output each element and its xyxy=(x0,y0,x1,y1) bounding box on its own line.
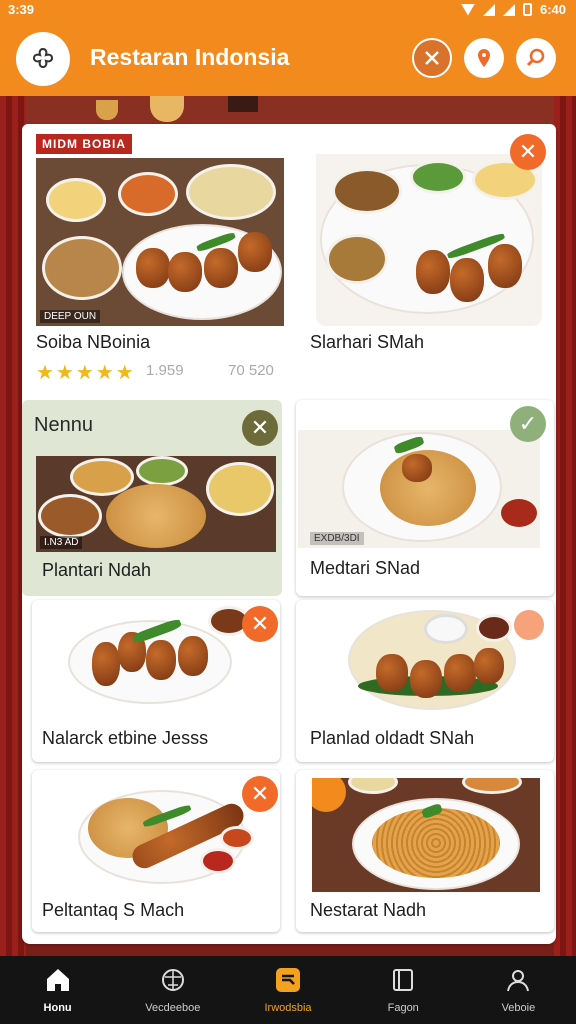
flower-logo-icon[interactable] xyxy=(16,32,70,86)
checkmark-icon[interactable]: ✓ xyxy=(510,406,546,442)
featured-card[interactable]: DEEP OUN MIDM BOBIA ✕ Soiba NBoinia Slar… xyxy=(22,124,556,390)
dish-name: Peltantaq S Mach xyxy=(42,900,185,920)
lamp-decoration xyxy=(228,96,258,112)
nav-label: Vecdeeboe xyxy=(145,1002,201,1014)
dish-card[interactable]: EXDB/3DI ✓ Medtari SNad xyxy=(296,400,554,596)
dish-name: Nestarat Nadh xyxy=(310,900,427,920)
rating-count: 70 520 xyxy=(228,362,274,379)
image-tag: EXDB/3DI xyxy=(310,532,364,545)
bottom-nav: Honu Vecdeeboe Irwodsbia Fagon Veboie xyxy=(0,956,576,1024)
food-icon xyxy=(274,966,302,994)
nav-label: Honu xyxy=(43,1002,72,1014)
dish-image: EXDB/3DI xyxy=(298,430,540,548)
dish-name: Planlad oldadt SNah xyxy=(310,728,475,748)
menu-card[interactable]: Nennu ✕ I.N3 AD Plantari Ndah xyxy=(22,400,282,596)
status-clock: 6:40 xyxy=(539,2,566,17)
location-pin-icon[interactable] xyxy=(464,38,504,78)
close-icon[interactable]: ✕ xyxy=(242,606,278,642)
app-bar: 3:39 6:40 Restaran Indonsia xyxy=(0,0,576,96)
nav-item-vecdeeboe[interactable]: Vecdeeboe xyxy=(115,956,230,1024)
dish-name: Nalarck etbine Jesss xyxy=(42,728,209,748)
dish-image xyxy=(62,606,272,716)
close-icon[interactable]: ✕ xyxy=(510,134,546,170)
menu-panel-container: DEEP OUN MIDM BOBIA ✕ Soiba NBoinia Slar… xyxy=(22,124,556,944)
menu-item-name: Plantari Ndah xyxy=(42,560,152,580)
image-tag: DEEP OUN xyxy=(40,310,101,323)
app-title: Restaran Indonsia xyxy=(90,44,290,70)
close-icon[interactable]: ✕ xyxy=(242,410,278,446)
shield-icon xyxy=(159,966,187,994)
close-icon[interactable] xyxy=(412,38,452,78)
dish-card[interactable]: Nestarat Nadh xyxy=(296,770,554,932)
close-icon[interactable]: ✕ xyxy=(242,776,278,812)
dish-card[interactable]: Planlad oldadt SNah xyxy=(296,600,554,762)
nav-item-fagon[interactable]: Fagon xyxy=(346,956,461,1024)
featured-right-name: Slarhari SMah xyxy=(310,332,425,352)
close-icon[interactable] xyxy=(514,610,544,640)
status-time: 3:39 xyxy=(8,2,35,17)
signal-icon xyxy=(482,3,495,16)
battery-icon xyxy=(522,3,532,16)
curtain-right xyxy=(554,96,576,956)
book-icon xyxy=(389,966,417,994)
featured-food-image-right xyxy=(316,154,542,326)
featured-food-image-left: DEEP OUN xyxy=(36,158,284,326)
dish-name: Medtari SNad xyxy=(310,558,421,578)
nav-label: Irwodsbia xyxy=(264,1002,312,1014)
nav-item-veboie[interactable]: Veboie xyxy=(461,956,576,1024)
nav-label: Fagon xyxy=(387,1002,419,1014)
dish-card[interactable]: ✕ Peltantaq S Mach xyxy=(32,770,280,932)
menu-food-image: I.N3 AD xyxy=(36,456,276,552)
profile-icon xyxy=(504,966,532,994)
dish-card[interactable]: ✕ Nalarck etbine Jesss xyxy=(32,600,280,762)
home-icon xyxy=(44,966,72,994)
signal-icon xyxy=(502,3,515,16)
dish-image xyxy=(312,778,540,892)
status-icons: 6:40 xyxy=(460,2,566,17)
wifi-icon xyxy=(460,3,475,16)
nav-label: Veboie xyxy=(501,1002,536,1014)
image-tag: I.N3 AD xyxy=(40,536,83,549)
menu-title: Nennu xyxy=(34,414,93,436)
featured-tag: MIDM BOBIA xyxy=(36,134,132,154)
nav-item-irwodsbia[interactable]: Irwodsbia xyxy=(230,956,345,1024)
rating-count: 1.959 xyxy=(146,362,184,379)
featured-left-name: Soiba NBoinia xyxy=(36,332,151,352)
lamp-decoration xyxy=(150,96,184,122)
nav-item-home[interactable]: Honu xyxy=(0,956,115,1024)
search-icon[interactable] xyxy=(516,38,556,78)
lamp-decoration xyxy=(96,100,118,120)
star-rating: ★★★★★ xyxy=(36,362,136,384)
